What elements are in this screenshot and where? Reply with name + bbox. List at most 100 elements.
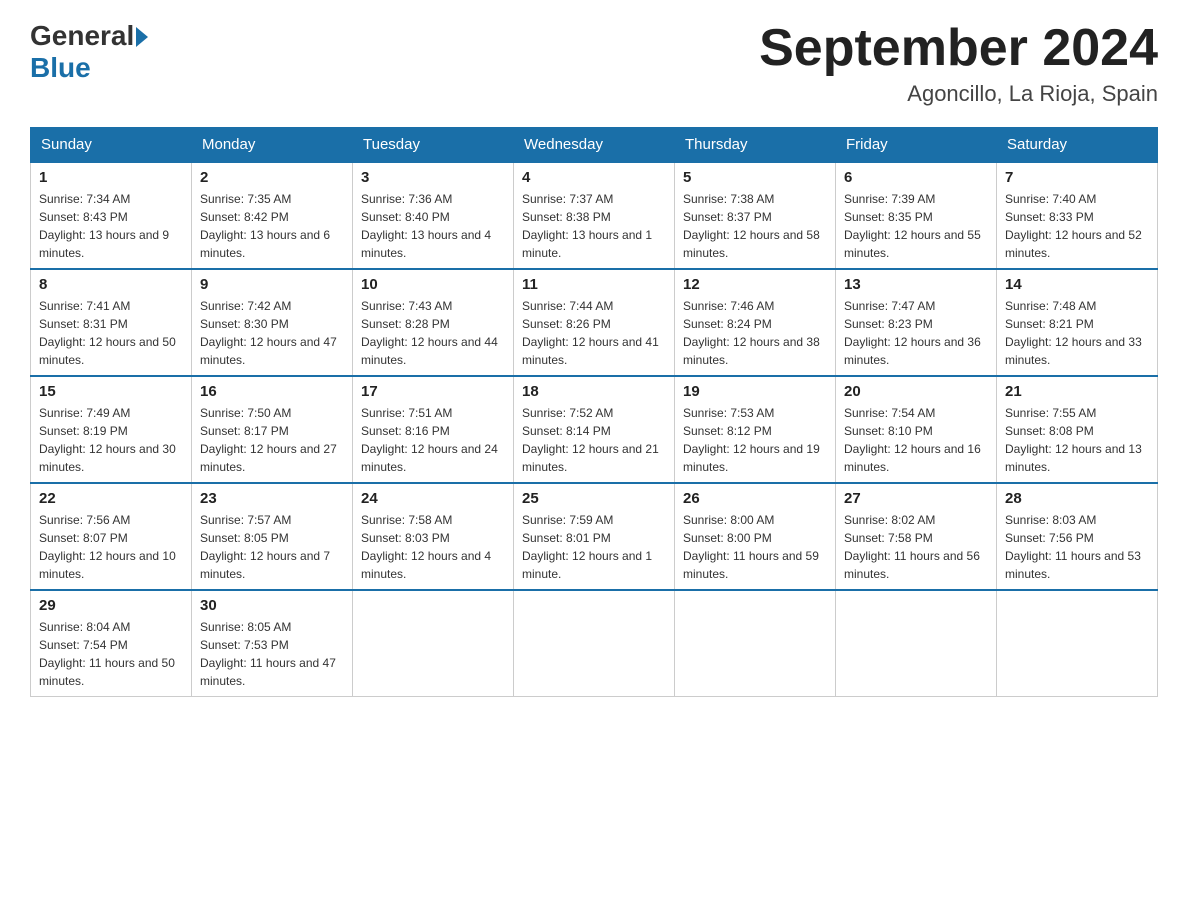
- table-row: [353, 590, 514, 697]
- calendar-header-row: Sunday Monday Tuesday Wednesday Thursday…: [31, 128, 1158, 163]
- table-row: 11 Sunrise: 7:44 AM Sunset: 8:26 PM Dayl…: [514, 269, 675, 376]
- day-number: 18: [522, 383, 666, 400]
- day-number: 15: [39, 383, 183, 400]
- table-row: 2 Sunrise: 7:35 AM Sunset: 8:42 PM Dayli…: [192, 162, 353, 269]
- table-row: 18 Sunrise: 7:52 AM Sunset: 8:14 PM Dayl…: [514, 376, 675, 483]
- col-saturday: Saturday: [997, 128, 1158, 163]
- day-number: 30: [200, 597, 344, 614]
- day-number: 2: [200, 169, 344, 186]
- day-number: 1: [39, 169, 183, 186]
- day-number: 3: [361, 169, 505, 186]
- table-row: 30 Sunrise: 8:05 AM Sunset: 7:53 PM Dayl…: [192, 590, 353, 697]
- day-number: 11: [522, 276, 666, 293]
- day-info: Sunrise: 7:50 AM Sunset: 8:17 PM Dayligh…: [200, 404, 344, 476]
- day-number: 20: [844, 383, 988, 400]
- table-row: 27 Sunrise: 8:02 AM Sunset: 7:58 PM Dayl…: [836, 483, 997, 590]
- table-row: 3 Sunrise: 7:36 AM Sunset: 8:40 PM Dayli…: [353, 162, 514, 269]
- table-row: [675, 590, 836, 697]
- calendar-table: Sunday Monday Tuesday Wednesday Thursday…: [30, 127, 1158, 697]
- col-wednesday: Wednesday: [514, 128, 675, 163]
- table-row: 5 Sunrise: 7:38 AM Sunset: 8:37 PM Dayli…: [675, 162, 836, 269]
- day-info: Sunrise: 7:57 AM Sunset: 8:05 PM Dayligh…: [200, 511, 344, 583]
- day-info: Sunrise: 8:00 AM Sunset: 8:00 PM Dayligh…: [683, 511, 827, 583]
- day-info: Sunrise: 8:03 AM Sunset: 7:56 PM Dayligh…: [1005, 511, 1149, 583]
- day-info: Sunrise: 7:52 AM Sunset: 8:14 PM Dayligh…: [522, 404, 666, 476]
- table-row: [514, 590, 675, 697]
- day-info: Sunrise: 7:48 AM Sunset: 8:21 PM Dayligh…: [1005, 297, 1149, 369]
- day-info: Sunrise: 7:36 AM Sunset: 8:40 PM Dayligh…: [361, 190, 505, 262]
- day-info: Sunrise: 7:42 AM Sunset: 8:30 PM Dayligh…: [200, 297, 344, 369]
- table-row: 7 Sunrise: 7:40 AM Sunset: 8:33 PM Dayli…: [997, 162, 1158, 269]
- title-section: September 2024 Agoncillo, La Rioja, Spai…: [759, 20, 1158, 107]
- col-thursday: Thursday: [675, 128, 836, 163]
- table-row: [836, 590, 997, 697]
- table-row: 4 Sunrise: 7:37 AM Sunset: 8:38 PM Dayli…: [514, 162, 675, 269]
- day-number: 6: [844, 169, 988, 186]
- day-info: Sunrise: 7:55 AM Sunset: 8:08 PM Dayligh…: [1005, 404, 1149, 476]
- day-number: 23: [200, 490, 344, 507]
- day-info: Sunrise: 7:34 AM Sunset: 8:43 PM Dayligh…: [39, 190, 183, 262]
- day-number: 4: [522, 169, 666, 186]
- logo-blue-text: Blue: [30, 52, 91, 84]
- day-number: 8: [39, 276, 183, 293]
- day-number: 16: [200, 383, 344, 400]
- calendar-week-3: 15 Sunrise: 7:49 AM Sunset: 8:19 PM Dayl…: [31, 376, 1158, 483]
- day-info: Sunrise: 7:38 AM Sunset: 8:37 PM Dayligh…: [683, 190, 827, 262]
- table-row: 8 Sunrise: 7:41 AM Sunset: 8:31 PM Dayli…: [31, 269, 192, 376]
- day-info: Sunrise: 8:05 AM Sunset: 7:53 PM Dayligh…: [200, 618, 344, 690]
- calendar-week-4: 22 Sunrise: 7:56 AM Sunset: 8:07 PM Dayl…: [31, 483, 1158, 590]
- table-row: 12 Sunrise: 7:46 AM Sunset: 8:24 PM Dayl…: [675, 269, 836, 376]
- table-row: 23 Sunrise: 7:57 AM Sunset: 8:05 PM Dayl…: [192, 483, 353, 590]
- day-number: 26: [683, 490, 827, 507]
- table-row: 15 Sunrise: 7:49 AM Sunset: 8:19 PM Dayl…: [31, 376, 192, 483]
- table-row: 25 Sunrise: 7:59 AM Sunset: 8:01 PM Dayl…: [514, 483, 675, 590]
- table-row: 14 Sunrise: 7:48 AM Sunset: 8:21 PM Dayl…: [997, 269, 1158, 376]
- page-header: General Blue September 2024 Agoncillo, L…: [30, 20, 1158, 107]
- day-info: Sunrise: 7:58 AM Sunset: 8:03 PM Dayligh…: [361, 511, 505, 583]
- day-number: 17: [361, 383, 505, 400]
- day-info: Sunrise: 7:56 AM Sunset: 8:07 PM Dayligh…: [39, 511, 183, 583]
- day-number: 5: [683, 169, 827, 186]
- col-sunday: Sunday: [31, 128, 192, 163]
- table-row: 19 Sunrise: 7:53 AM Sunset: 8:12 PM Dayl…: [675, 376, 836, 483]
- day-info: Sunrise: 7:43 AM Sunset: 8:28 PM Dayligh…: [361, 297, 505, 369]
- day-number: 7: [1005, 169, 1149, 186]
- day-info: Sunrise: 7:51 AM Sunset: 8:16 PM Dayligh…: [361, 404, 505, 476]
- table-row: 21 Sunrise: 7:55 AM Sunset: 8:08 PM Dayl…: [997, 376, 1158, 483]
- logo: General Blue: [30, 20, 150, 84]
- table-row: 24 Sunrise: 7:58 AM Sunset: 8:03 PM Dayl…: [353, 483, 514, 590]
- day-number: 28: [1005, 490, 1149, 507]
- logo-arrow-icon: [136, 27, 148, 47]
- day-info: Sunrise: 7:59 AM Sunset: 8:01 PM Dayligh…: [522, 511, 666, 583]
- calendar-week-2: 8 Sunrise: 7:41 AM Sunset: 8:31 PM Dayli…: [31, 269, 1158, 376]
- day-number: 13: [844, 276, 988, 293]
- logo-general-text: General: [30, 20, 134, 52]
- day-info: Sunrise: 7:53 AM Sunset: 8:12 PM Dayligh…: [683, 404, 827, 476]
- day-number: 21: [1005, 383, 1149, 400]
- table-row: 10 Sunrise: 7:43 AM Sunset: 8:28 PM Dayl…: [353, 269, 514, 376]
- day-number: 14: [1005, 276, 1149, 293]
- day-info: Sunrise: 7:41 AM Sunset: 8:31 PM Dayligh…: [39, 297, 183, 369]
- table-row: 22 Sunrise: 7:56 AM Sunset: 8:07 PM Dayl…: [31, 483, 192, 590]
- day-info: Sunrise: 7:35 AM Sunset: 8:42 PM Dayligh…: [200, 190, 344, 262]
- day-number: 10: [361, 276, 505, 293]
- day-number: 24: [361, 490, 505, 507]
- table-row: 17 Sunrise: 7:51 AM Sunset: 8:16 PM Dayl…: [353, 376, 514, 483]
- day-info: Sunrise: 8:04 AM Sunset: 7:54 PM Dayligh…: [39, 618, 183, 690]
- table-row: [997, 590, 1158, 697]
- table-row: 9 Sunrise: 7:42 AM Sunset: 8:30 PM Dayli…: [192, 269, 353, 376]
- col-monday: Monday: [192, 128, 353, 163]
- col-tuesday: Tuesday: [353, 128, 514, 163]
- calendar-week-5: 29 Sunrise: 8:04 AM Sunset: 7:54 PM Dayl…: [31, 590, 1158, 697]
- calendar-week-1: 1 Sunrise: 7:34 AM Sunset: 8:43 PM Dayli…: [31, 162, 1158, 269]
- location-text: Agoncillo, La Rioja, Spain: [759, 81, 1158, 107]
- day-number: 29: [39, 597, 183, 614]
- day-info: Sunrise: 7:47 AM Sunset: 8:23 PM Dayligh…: [844, 297, 988, 369]
- day-number: 19: [683, 383, 827, 400]
- day-info: Sunrise: 8:02 AM Sunset: 7:58 PM Dayligh…: [844, 511, 988, 583]
- table-row: 26 Sunrise: 8:00 AM Sunset: 8:00 PM Dayl…: [675, 483, 836, 590]
- day-info: Sunrise: 7:39 AM Sunset: 8:35 PM Dayligh…: [844, 190, 988, 262]
- table-row: 28 Sunrise: 8:03 AM Sunset: 7:56 PM Dayl…: [997, 483, 1158, 590]
- month-title: September 2024: [759, 20, 1158, 77]
- day-info: Sunrise: 7:44 AM Sunset: 8:26 PM Dayligh…: [522, 297, 666, 369]
